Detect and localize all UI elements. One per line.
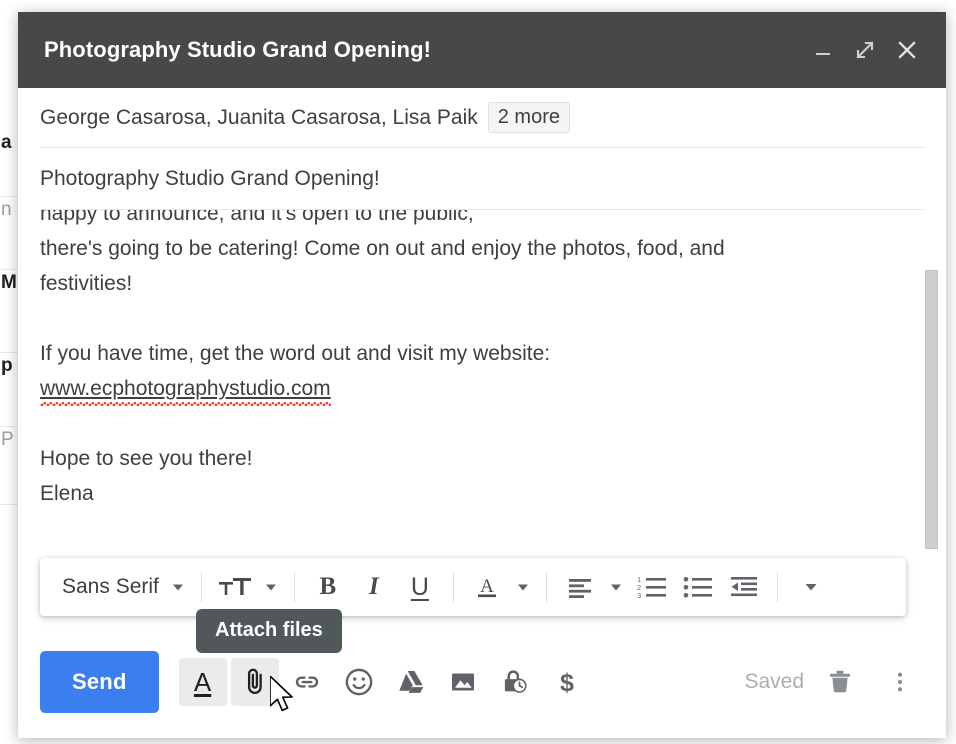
attach-files-button[interactable] xyxy=(230,658,279,706)
insert-link-button[interactable] xyxy=(283,658,331,706)
toolbar-divider xyxy=(200,572,202,602)
body-signature: Elena xyxy=(40,482,94,505)
bold-icon: B xyxy=(319,573,337,600)
insert-drive-file-button[interactable] xyxy=(387,658,435,706)
subject-input[interactable]: Photography Studio Grand Opening! xyxy=(40,167,380,191)
lock-clock-icon xyxy=(504,670,527,693)
compose-window: Photography Studio Grand Opening! George… xyxy=(18,12,946,738)
svg-text:A: A xyxy=(480,576,494,597)
body-blank-line xyxy=(40,301,924,336)
toolbar-divider xyxy=(452,572,454,602)
font-size-chevron-down-icon[interactable] xyxy=(258,566,284,608)
body-clipped-line: happy to announce, and it's open to the … xyxy=(40,210,474,225)
body-link-line: www.ecphotographystudio.com xyxy=(40,371,924,406)
insert-photo-button[interactable] xyxy=(439,658,487,706)
link-icon xyxy=(295,676,318,688)
compose-title: Photography Studio Grand Opening! xyxy=(44,37,432,62)
svg-text:$: $ xyxy=(560,669,574,697)
text-color-chevron-down-icon[interactable] xyxy=(510,566,536,608)
more-recipients-chip[interactable]: 2 more xyxy=(487,102,570,133)
body-line: there's going to be catering! Come on ou… xyxy=(40,237,725,260)
formatting-options-button[interactable]: A xyxy=(178,658,227,706)
minimize-button[interactable] xyxy=(802,29,844,71)
bulleted-list-button[interactable] xyxy=(675,566,721,608)
photo-icon xyxy=(451,673,474,691)
confidential-mode-button[interactable] xyxy=(491,658,539,706)
toolbar-divider xyxy=(545,572,547,602)
font-family-chevron-down-icon[interactable] xyxy=(165,566,191,608)
body-scrollbar-thumb[interactable] xyxy=(925,270,938,549)
toolbar-divider xyxy=(293,572,295,602)
align-button[interactable] xyxy=(557,566,603,608)
emoji-icon xyxy=(345,668,372,696)
recipients-list: George Casarosa, Juanita Casarosa, Lisa … xyxy=(40,105,478,129)
formatting-options-icon: A xyxy=(193,666,212,697)
subject-row[interactable]: Photography Studio Grand Opening! xyxy=(40,148,924,210)
recipients-row[interactable]: George Casarosa, Juanita Casarosa, Lisa … xyxy=(40,88,924,148)
italic-button[interactable]: I xyxy=(351,566,397,608)
more-format-options-button[interactable] xyxy=(788,566,834,608)
underline-button[interactable]: U xyxy=(397,566,443,608)
saved-status: Saved xyxy=(744,670,804,693)
discard-draft-button[interactable] xyxy=(816,658,864,706)
text-color-button[interactable]: A xyxy=(464,566,510,608)
font-family-selector[interactable]: Sans Serif xyxy=(54,566,165,608)
indent-less-button[interactable] xyxy=(721,566,767,608)
align-chevron-down-icon[interactable] xyxy=(603,566,629,608)
paperclip-icon xyxy=(247,668,262,695)
trash-icon xyxy=(830,670,850,693)
body-line: If you have time, get the word out and v… xyxy=(40,342,551,365)
expand-button[interactable] xyxy=(844,29,886,71)
svg-text:3: 3 xyxy=(637,591,641,600)
numbered-list-button[interactable]: 1 2 3 xyxy=(629,566,675,608)
font-size-icon[interactable] xyxy=(212,566,258,608)
close-icon[interactable] xyxy=(886,29,928,71)
insert-emoji-button[interactable] xyxy=(335,658,383,706)
google-drive-icon xyxy=(398,671,423,693)
attach-files-tooltip: Attach files xyxy=(196,609,342,653)
compose-tool-icons: A $ xyxy=(178,658,591,706)
formatting-toolbar: Sans Serif B I U A 1 2 3 xyxy=(40,558,906,616)
toolbar-divider xyxy=(776,572,778,602)
insert-money-button[interactable]: $ xyxy=(543,658,591,706)
compose-header[interactable]: Photography Studio Grand Opening! xyxy=(18,12,946,88)
dollar-icon: $ xyxy=(560,669,574,697)
website-link[interactable]: www.ecphotographystudio.com xyxy=(40,377,331,400)
body-blank-line xyxy=(40,406,924,441)
body-scrollbar[interactable] xyxy=(925,224,938,654)
underline-icon: U xyxy=(410,572,429,601)
body-line: festivities! xyxy=(40,272,133,295)
send-button[interactable]: Send xyxy=(40,651,159,713)
compose-status-area: Saved xyxy=(744,658,924,706)
more-options-button[interactable] xyxy=(876,658,924,706)
italic-icon: I xyxy=(369,573,379,600)
bold-button[interactable]: B xyxy=(305,566,351,608)
compose-action-bar: Send A $ Saved xyxy=(18,626,946,738)
body-line: Hope to see you there! xyxy=(40,447,253,470)
more-vertical-icon xyxy=(897,672,903,692)
